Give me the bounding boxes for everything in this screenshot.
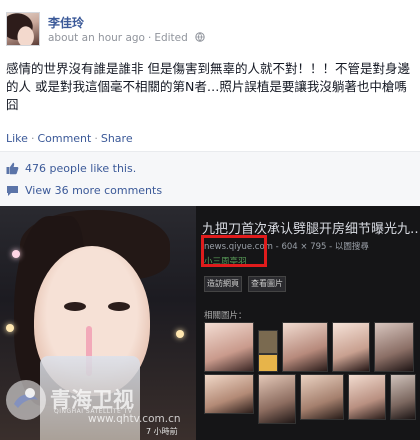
related-thumbnail[interactable]: [348, 374, 386, 420]
meta-separator: ·: [147, 32, 152, 44]
related-thumbnail[interactable]: [282, 322, 328, 372]
action-separator: ·: [94, 132, 98, 145]
qinghai-tv-logo: [4, 378, 48, 422]
related-thumbnail[interactable]: [374, 322, 414, 372]
post-meta: about an hour ago · Edited: [48, 32, 205, 44]
likes-comments-box: 476 people like this. View 36 more comme…: [0, 151, 420, 206]
likes-count[interactable]: 476 people like this.: [25, 162, 136, 175]
related-thumbnail[interactable]: [258, 374, 296, 424]
likes-row[interactable]: 476 people like this.: [6, 162, 136, 175]
post-timestamp[interactable]: about an hour ago: [48, 32, 145, 44]
edited-label[interactable]: Edited: [154, 32, 187, 44]
related-thumbnail[interactable]: [332, 322, 370, 372]
view-more-comments-label[interactable]: View 36 more comments: [25, 184, 162, 197]
related-thumbnail[interactable]: [258, 330, 278, 354]
like-link[interactable]: Like: [6, 132, 28, 145]
author-name[interactable]: 李佳玲: [48, 14, 84, 31]
author-avatar[interactable]: [6, 12, 40, 46]
watermark-url: www.qhtv.com.cn: [88, 413, 181, 425]
watermark-time: 7 小時前: [146, 427, 178, 436]
image-search-result: 九把刀首次承认劈腿开房细节曝光九… news.qiyue.com - 604 ×…: [196, 206, 420, 440]
related-thumbnail[interactable]: [204, 374, 254, 414]
speech-bubble-icon: [7, 186, 18, 196]
facebook-post: 李佳玲 about an hour ago · Edited 感情的世界沒有誰是誰非…: [0, 0, 420, 206]
globe-icon: [195, 32, 205, 42]
comment-link[interactable]: Comment: [37, 132, 91, 145]
highlight-box: [201, 235, 267, 267]
post-text: 感情的世界沒有誰是誰非 但是傷害到無辜的人就不對！！！不管是對身邊的人 或是對我…: [6, 61, 410, 112]
action-separator: ·: [30, 132, 35, 145]
share-link[interactable]: Share: [101, 132, 133, 145]
view-image-button[interactable]: 查看圖片: [248, 276, 286, 292]
result-size: - 604 × 795 - 以圖搜尋: [275, 242, 369, 252]
related-thumbnail[interactable]: [258, 354, 278, 372]
thumbs-up-icon: [6, 162, 19, 175]
related-thumbnail[interactable]: [390, 374, 416, 420]
visit-page-button[interactable]: 造訪網頁: [204, 276, 242, 292]
related-thumbnail[interactable]: [300, 374, 344, 420]
view-more-comments[interactable]: View 36 more comments: [6, 184, 162, 197]
related-thumbnail[interactable]: [204, 322, 254, 372]
post-actions: Like · Comment · Share: [6, 132, 133, 145]
related-images-label: 相關圖片：: [204, 311, 247, 321]
